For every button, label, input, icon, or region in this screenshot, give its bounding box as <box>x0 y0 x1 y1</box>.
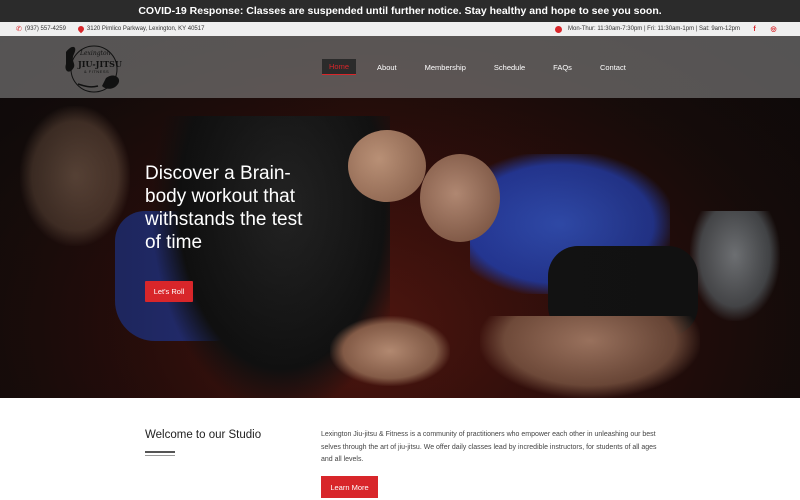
welcome-body: Lexington Jiu-jitsu & Fitness is a commu… <box>321 431 657 463</box>
lets-roll-button[interactable]: Let's Roll <box>145 281 193 302</box>
logo-script: Lexington <box>80 50 111 57</box>
title-underline-secondary <box>145 455 175 456</box>
logo-subtitle: & FITNESS <box>84 69 110 74</box>
instagram-icon[interactable]: ◎ <box>769 25 778 34</box>
nav-contact[interactable]: Contact <box>593 59 633 75</box>
site-logo[interactable]: Lexington JIU-JITSU & FITNESS <box>58 40 130 96</box>
title-underline <box>145 451 175 453</box>
nav-about[interactable]: About <box>370 59 404 75</box>
facebook-icon[interactable]: f <box>750 25 759 34</box>
map-pin-icon <box>76 24 86 34</box>
nav-home[interactable]: Home <box>322 59 357 75</box>
welcome-title: Welcome to our Studio <box>145 429 262 441</box>
info-bar: ✆ (937) 557-4259 3120 Pimlico Parkway, L… <box>0 22 800 36</box>
hero-headline: Discover a Brain-body workout that withs… <box>145 163 303 253</box>
covid-banner-text: COVID-19 Response: Classes are suspended… <box>138 5 662 17</box>
phone-number[interactable]: (937) 557-4259 <box>25 26 66 32</box>
nav-schedule[interactable]: Schedule <box>487 59 532 75</box>
main-nav: Home About Membership Schedule FAQs Cont… <box>322 59 647 75</box>
logo-title: JIU-JITSU <box>78 59 122 69</box>
address-contact[interactable]: 3120 Pimlico Parkway, Lexington, KY 4051… <box>76 24 205 34</box>
phone-contact[interactable]: ✆ (937) 557-4259 <box>16 25 66 33</box>
hours-text: Mon-Thur: 11:30am-7:30pm | Fri: 11:30am-… <box>568 26 740 32</box>
address-text[interactable]: 3120 Pimlico Parkway, Lexington, KY 4051… <box>87 26 205 32</box>
clock-icon <box>555 25 563 33</box>
nav-faqs[interactable]: FAQs <box>546 59 579 75</box>
nav-membership[interactable]: Membership <box>418 59 473 75</box>
learn-more-button[interactable]: Learn More <box>321 476 378 498</box>
covid-banner: COVID-19 Response: Classes are suspended… <box>0 0 800 22</box>
phone-icon: ✆ <box>16 26 22 33</box>
